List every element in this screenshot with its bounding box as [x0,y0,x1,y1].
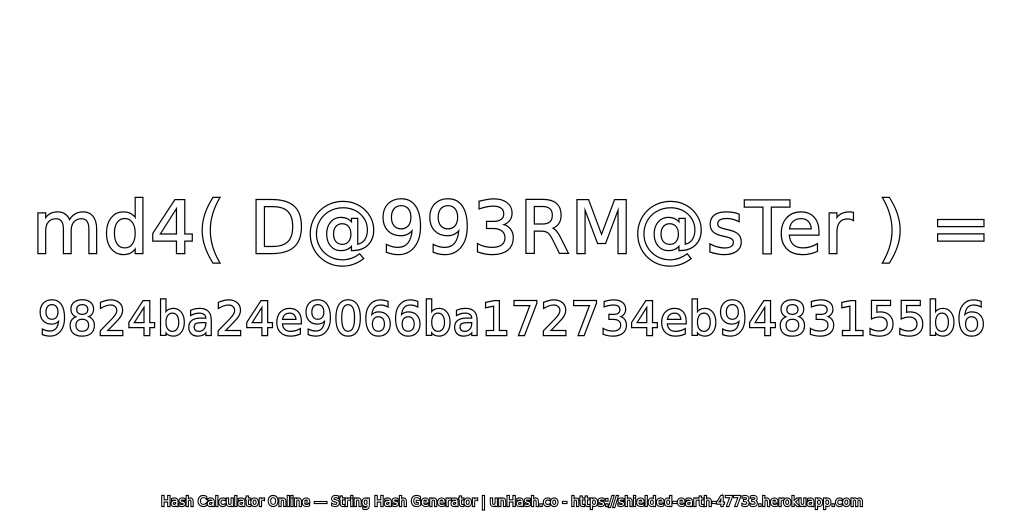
hash-image-canvas: md4( D@993RM@sTer ) = 9824ba24e9066ba172… [0,0,1024,512]
hash-expression-text: md4( D@993RM@sTer ) = [31,185,993,272]
hash-result-text: 9824ba24e9066ba172734eb9483155b6 [37,291,987,348]
footer-attribution-text: Hash Calculator Online — String Hash Gen… [160,494,864,511]
